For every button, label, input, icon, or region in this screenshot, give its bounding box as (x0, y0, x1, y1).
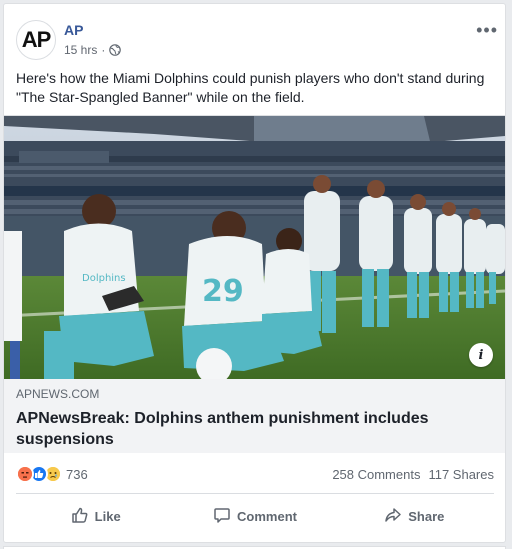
stadium-photo-illustration: Dolphins 29 (4, 116, 505, 379)
share-button[interactable]: Share (335, 498, 494, 534)
link-domain: APNEWS.COM (16, 387, 100, 401)
share-count[interactable]: 117 Shares (428, 467, 494, 482)
like-button[interactable]: Like (16, 498, 175, 534)
meta-separator: · (101, 43, 106, 57)
share-arrow-icon (384, 506, 402, 527)
author-name[interactable]: AP (64, 22, 83, 38)
more-horizontal-icon[interactable]: ••• (476, 21, 498, 39)
like-label: Like (94, 508, 121, 524)
link-meta[interactable]: APNEWS.COM APNewsBreak: Dolphins anthem … (4, 379, 505, 453)
link-headline[interactable]: APNewsBreak: Dolphins anthem punishment … (16, 408, 493, 450)
reaction-count[interactable]: 736 (66, 467, 88, 482)
thumbs-up-icon (71, 506, 89, 527)
angry-reaction-icon (16, 465, 34, 483)
avatar-logo-text: AP (21, 27, 52, 52)
post-header: AP AP 15 hrs · ••• (16, 16, 498, 64)
comment-button[interactable]: Comment (175, 498, 334, 534)
post-text: Here's how the Miami Dolphins could puni… (16, 70, 485, 105)
timestamp[interactable]: 15 hrs (64, 43, 97, 57)
svg-text:29: 29 (202, 274, 244, 309)
avatar[interactable]: AP (16, 20, 56, 60)
link-photo[interactable]: Dolphins 29 i (4, 116, 505, 379)
comment-count[interactable]: 258 Comments (332, 467, 420, 482)
comment-label: Comment (237, 508, 297, 524)
speech-bubble-icon (213, 506, 231, 527)
globe-icon[interactable] (109, 44, 122, 56)
action-bar: Like Comment Share (16, 498, 494, 534)
divider (16, 493, 494, 494)
post-meta: 15 hrs · (64, 43, 122, 57)
info-icon[interactable]: i (469, 343, 493, 367)
post-card: AP AP 15 hrs · ••• Here's how the Miami … (3, 3, 506, 543)
engagement-bar: 736 258 Comments 117 Shares (16, 462, 494, 486)
reaction-summary[interactable]: 736 (16, 465, 88, 483)
svg-text:Dolphins: Dolphins (82, 273, 126, 284)
engagement-counts: 258 Comments 117 Shares (332, 467, 494, 482)
share-label: Share (408, 508, 445, 524)
link-preview[interactable]: Dolphins 29 i APNEWS.COM APNewsBreak: Do… (4, 115, 505, 453)
